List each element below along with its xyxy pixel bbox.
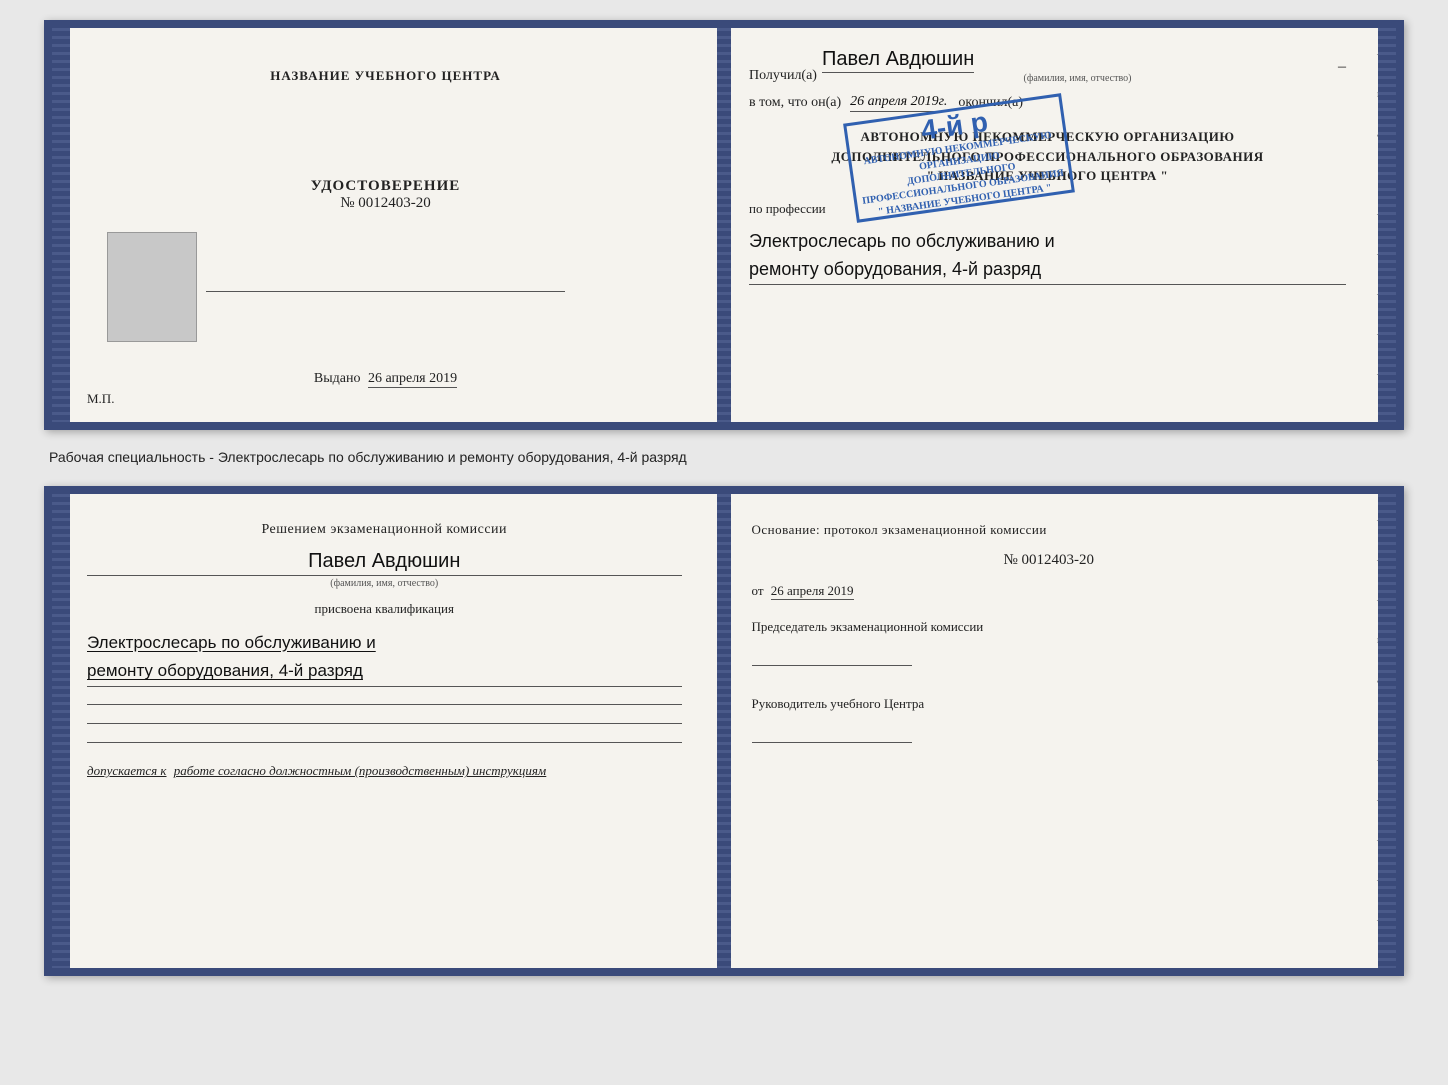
org-block: АВТОНОМНУЮ НЕКОММЕРЧЕСКУЮ ОРГАНИЗАЦИЮ ДО…: [749, 127, 1346, 186]
doc-number-top: № 0012403-20: [311, 195, 461, 212]
photo-placeholder: [107, 232, 197, 342]
osnovanie-text: Основание: протокол экзаменационной коми…: [752, 522, 1347, 538]
dopuskaetsya-block: допускается к работе согласно должностны…: [87, 763, 682, 779]
bottom-name-section: Павел Авдюшин (фамилия, имя, отчество): [87, 550, 682, 589]
top-document: НАЗВАНИЕ УЧЕБНОГО ЦЕНТРА УДОСТОВЕРЕНИЕ №…: [44, 20, 1404, 430]
vydano-date: 26 апреля 2019: [368, 371, 457, 388]
dopuskaetsya-text: работе согласно должностным (производств…: [174, 763, 546, 778]
sig-line-1: [87, 704, 682, 705]
ot-date-block: от 26 апреля 2019: [752, 583, 1347, 599]
bottom-spine: [717, 494, 731, 968]
vtom-block: в том, что он(а) 26 апреля 2019г. окончи…: [749, 94, 1346, 112]
resheniem-title: Решением экзаменационной комиссии: [87, 522, 682, 538]
right-spine-strip-bottom: [1378, 494, 1396, 968]
poluchil-label: Получил(а): [749, 68, 817, 84]
bottom-recipient-name: Павел Авдюшин: [87, 550, 682, 576]
po-professii-label: по профессии: [749, 201, 1346, 217]
fio-hint-top: (фамилия, имя, отчество): [822, 73, 1333, 84]
vtom-label: в том, что он(а): [749, 95, 841, 111]
profession-line2: ремонту оборудования, 4-й разряд: [749, 255, 1346, 284]
profession-text: Электрослесарь по обслуживанию и ремонту…: [749, 227, 1346, 286]
sig-line-3: [87, 742, 682, 743]
predsedatel-title: Председатель экзаменационной комиссии: [752, 618, 1347, 636]
dash-top: –: [1338, 58, 1346, 84]
completion-date: 26 апреля 2019г.: [850, 94, 947, 112]
qual-line2: ремонту оборудования, 4-й разряд: [87, 657, 682, 686]
udostoverenie-label: УДОСТОВЕРЕНИЕ: [311, 178, 461, 195]
qualification-text: Электрослесарь по обслуживанию и ремонту…: [87, 629, 682, 688]
sig-line-2: [87, 723, 682, 724]
rukovoditel-block: Руководитель учебного Центра: [752, 695, 1347, 743]
mp-label: М.П.: [87, 391, 114, 407]
dopuskaetsya-prefix: допускается к: [87, 763, 167, 778]
top-doc-left: НАЗВАНИЕ УЧЕБНОГО ЦЕНТРА УДОСТОВЕРЕНИЕ №…: [52, 28, 719, 422]
org-line1: АВТОНОМНУЮ НЕКОММЕРЧЕСКУЮ ОРГАНИЗАЦИЮ: [749, 127, 1346, 147]
separator-text: Рабочая специальность - Электрослесарь п…: [44, 448, 1404, 468]
profession-line1: Электрослесарь по обслуживанию и: [749, 227, 1346, 256]
predsedatel-sig-line: [752, 646, 912, 666]
recipient-name: Павел Авдюшин: [822, 48, 974, 73]
okonchil-label: окончил(а): [958, 95, 1023, 111]
predsedatel-block: Председатель экзаменационной комиссии: [752, 618, 1347, 666]
org-line3: " НАЗВАНИЕ УЧЕБНОГО ЦЕНТРА ": [749, 166, 1346, 186]
rukovoditel-title: Руководитель учебного Центра: [752, 695, 1347, 713]
bottom-document: Решением экзаменационной комиссии Павел …: [44, 486, 1404, 976]
fio-hint-bottom: (фамилия, имя, отчество): [87, 578, 682, 589]
udostoverenie-section: УДОСТОВЕРЕНИЕ № 0012403-20: [311, 178, 461, 212]
prisvoena-label: присвоена квалификация: [87, 601, 682, 617]
bottom-doc-left: Решением экзаменационной комиссии Павел …: [52, 494, 717, 968]
bottom-signature-lines: [87, 704, 682, 743]
vydano-line: Выдано 26 апреля 2019: [314, 371, 457, 387]
ot-date-value: 26 апреля 2019: [771, 583, 854, 600]
separator-content: Рабочая специальность - Электрослесарь п…: [49, 449, 687, 465]
doc-spine: [717, 28, 731, 422]
poluchil-section: Получил(а) Павел Авдюшин (фамилия, имя, …: [749, 48, 1346, 84]
ot-prefix: от: [752, 583, 764, 598]
top-doc-right: Получил(а) Павел Авдюшин (фамилия, имя, …: [719, 28, 1396, 422]
right-spine-strip-top: [1378, 28, 1396, 422]
bottom-doc-right: Основание: протокол экзаменационной коми…: [717, 494, 1397, 968]
rukovoditel-sig-line: [752, 723, 912, 743]
qual-line1: Электрослесарь по обслуживанию и: [87, 629, 682, 658]
school-name-top: НАЗВАНИЕ УЧЕБНОГО ЦЕНТРА: [270, 68, 501, 84]
vydano-label: Выдано: [314, 371, 361, 386]
org-line2: ДОПОЛНИТЕЛЬНОГО ПРОФЕССИОНАЛЬНОГО ОБРАЗО…: [749, 147, 1346, 167]
doc-number-bottom: № 0012403-20: [752, 552, 1347, 569]
